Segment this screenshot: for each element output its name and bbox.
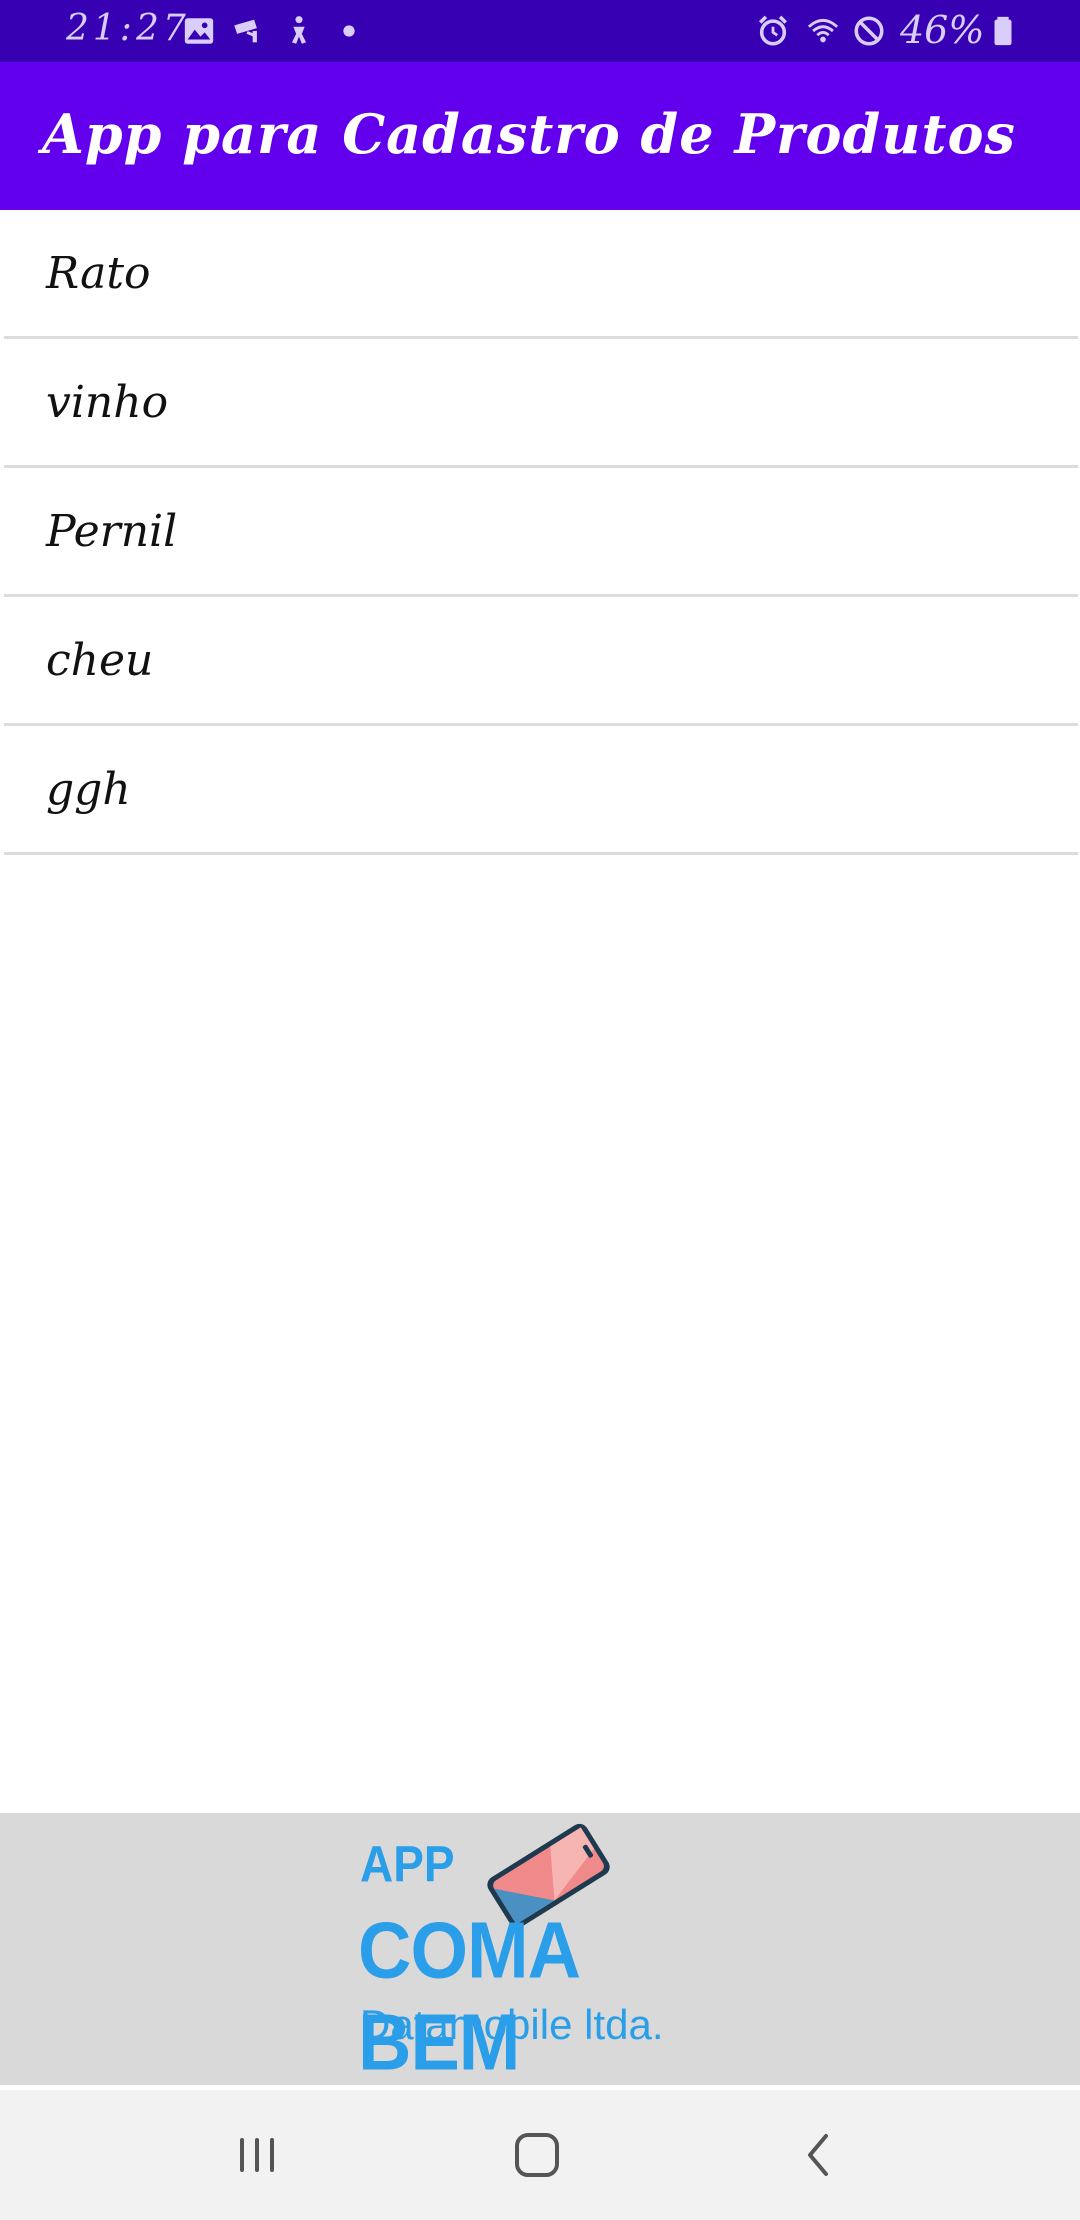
app-title: App para Cadastro de Produtos <box>42 102 1016 166</box>
back-button[interactable] <box>784 2120 854 2190</box>
list-item[interactable]: Rato <box>4 210 1078 339</box>
banner-app-label: APP <box>360 1835 455 1893</box>
list-item[interactable]: vinho <box>4 339 1078 468</box>
recent-apps-button[interactable] <box>222 2120 292 2190</box>
banner-company: Datamobile ltda. <box>360 2001 664 2048</box>
battery-icon <box>986 14 1020 48</box>
recent-apps-icon <box>240 2138 274 2172</box>
back-icon <box>808 2134 828 2176</box>
list-item[interactable]: Pernil <box>4 468 1078 597</box>
list-item[interactable]: cheu <box>4 597 1078 726</box>
status-time: 21:27 <box>66 8 190 49</box>
ad-banner[interactable]: APP COMA BEM Datamobile ltda. <box>0 1813 1080 2087</box>
alarm-icon <box>756 14 790 48</box>
home-icon <box>515 2133 559 2177</box>
product-list: Rato vinho Pernil cheu ggh <box>0 210 1080 855</box>
battery-percent: 46% <box>900 8 985 52</box>
status-bar: 21:27 46% <box>0 0 1080 62</box>
banner-logo: APP COMA BEM Datamobile ltda. <box>356 1813 726 2087</box>
navigation-bar <box>0 2090 1080 2220</box>
home-button[interactable] <box>502 2120 572 2190</box>
list-item-label: Pernil <box>46 505 178 557</box>
wifi-icon <box>806 14 840 48</box>
banner-app-name: COMA BEM <box>358 1905 578 2087</box>
app-bar: App para Cadastro de Produtos <box>0 62 1080 210</box>
do-not-disturb-icon <box>852 14 886 48</box>
list-item-label: vinho <box>46 376 169 428</box>
accessibility-icon <box>282 14 316 48</box>
list-item-label: ggh <box>46 763 131 815</box>
list-item-label: cheu <box>46 634 154 686</box>
list-item[interactable]: ggh <box>4 726 1078 855</box>
image-icon <box>182 14 216 48</box>
dot-icon <box>332 14 366 48</box>
cctv-icon <box>230 14 264 48</box>
list-item-label: Rato <box>46 247 151 299</box>
